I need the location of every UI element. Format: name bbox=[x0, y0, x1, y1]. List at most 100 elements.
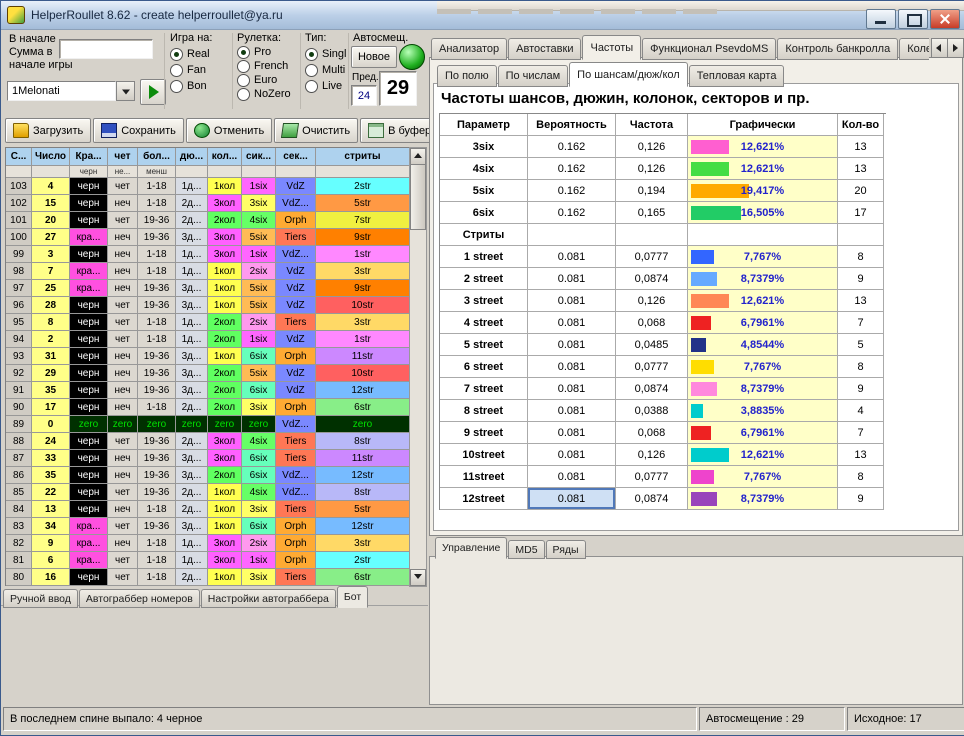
spin-cell[interactable]: 6six bbox=[242, 450, 276, 467]
spin-cell[interactable]: 1-18 bbox=[138, 331, 176, 348]
spin-cell[interactable]: черн bbox=[70, 212, 108, 229]
spin-row[interactable]: 10027кра...неч19-363д...3кол5sixTiers9st… bbox=[6, 229, 410, 246]
spin-cell[interactable]: черн bbox=[70, 382, 108, 399]
spin-cell[interactable]: 2кол bbox=[208, 399, 242, 416]
radio-Multi[interactable]: Multi bbox=[305, 62, 346, 78]
spin-cell[interactable]: zero bbox=[208, 416, 242, 433]
spin-cell[interactable]: 2six bbox=[242, 535, 276, 552]
spin-cell[interactable]: Tiers bbox=[276, 569, 316, 586]
spin-cell[interactable]: неч bbox=[108, 501, 138, 518]
spin-cell[interactable]: 1str bbox=[316, 331, 410, 348]
spin-cell[interactable]: черн bbox=[70, 195, 108, 212]
spin-cell[interactable]: 1кол bbox=[208, 518, 242, 535]
spin-cell[interactable]: Orph bbox=[276, 212, 316, 229]
tab-Контроль банкролла[interactable]: Контроль банкролла bbox=[777, 38, 898, 60]
spin-cell[interactable]: 11str bbox=[316, 348, 410, 365]
spin-cell[interactable]: 2 bbox=[32, 331, 70, 348]
spin-cell[interactable]: 19-36 bbox=[138, 229, 176, 246]
spin-cell[interactable]: 4six bbox=[242, 433, 276, 450]
freq-cell[interactable]: 8 street bbox=[440, 400, 528, 422]
spin-cell[interactable]: 35 bbox=[32, 382, 70, 399]
freq-cell[interactable]: 0.081 bbox=[528, 334, 616, 356]
spin-cell[interactable]: 6six bbox=[242, 382, 276, 399]
spin-cell[interactable]: Tiers bbox=[276, 229, 316, 246]
tab-Управление[interactable]: Управление bbox=[435, 537, 507, 559]
freq-cell[interactable]: 13 bbox=[838, 290, 884, 312]
radio-icon[interactable] bbox=[170, 48, 183, 61]
spin-cell[interactable]: 98 bbox=[6, 263, 32, 280]
spin-cell[interactable]: Orph bbox=[276, 518, 316, 535]
spin-row[interactable]: 8733черннеч19-363д...3кол6sixTiers11str bbox=[6, 450, 410, 467]
radio-Euro[interactable]: Euro bbox=[237, 73, 291, 87]
spin-cell[interactable]: Orph bbox=[276, 535, 316, 552]
tab-Анализатор[interactable]: Анализатор bbox=[431, 38, 507, 60]
spin-cell[interactable]: VdZ bbox=[276, 178, 316, 195]
spin-cell[interactable]: 1кол bbox=[208, 263, 242, 280]
spin-cell[interactable]: 35 bbox=[32, 467, 70, 484]
spin-cell[interactable]: 1д... bbox=[176, 246, 208, 263]
spin-cell[interactable]: zero bbox=[138, 416, 176, 433]
spin-cell[interactable]: 2кол bbox=[208, 382, 242, 399]
spins-scrollbar[interactable] bbox=[409, 147, 427, 587]
tab-Бот[interactable]: Бот bbox=[337, 586, 368, 608]
spin-cell[interactable]: 1д... bbox=[176, 178, 208, 195]
spin-cell[interactable]: 2д... bbox=[176, 195, 208, 212]
freq-cell[interactable]: 0.162 bbox=[528, 158, 616, 180]
tab-По числам[interactable]: По числам bbox=[498, 65, 569, 87]
spin-cell[interactable]: 3д... bbox=[176, 467, 208, 484]
spin-cell[interactable]: 4 bbox=[32, 178, 70, 195]
Загрузить-button[interactable]: Загрузить bbox=[5, 118, 91, 143]
spin-cell[interactable]: 2д... bbox=[176, 569, 208, 586]
spin-cell[interactable]: черн bbox=[70, 348, 108, 365]
spin-cell[interactable]: 9 bbox=[32, 535, 70, 552]
spin-cell[interactable]: 1кол bbox=[208, 297, 242, 314]
spin-row[interactable]: 8334кра...чет19-363д...1кол6sixOrph12str bbox=[6, 518, 410, 535]
freq-cell[interactable]: 11street bbox=[440, 466, 528, 488]
spin-cell[interactable]: 1six bbox=[242, 552, 276, 569]
spin-row[interactable]: 816кра...чет1-181д...3кол1sixOrph2str bbox=[6, 552, 410, 569]
spin-cell[interactable]: 5six bbox=[242, 229, 276, 246]
spin-cell[interactable]: 12str bbox=[316, 518, 410, 535]
spin-cell[interactable]: 31 bbox=[32, 348, 70, 365]
Отменить-button[interactable]: Отменить bbox=[186, 118, 272, 143]
freq-cell[interactable]: 0,0777 bbox=[616, 356, 688, 378]
spin-cell[interactable]: чет bbox=[108, 484, 138, 501]
spin-cell[interactable]: чет bbox=[108, 314, 138, 331]
freq-cell[interactable]: 0,126 bbox=[616, 136, 688, 158]
tab-Колесо[interactable]: Колесо bbox=[899, 38, 929, 60]
spin-cell[interactable]: 20 bbox=[32, 212, 70, 229]
freq-cell[interactable]: 0,0874 bbox=[616, 488, 688, 510]
spin-cell[interactable]: 101 bbox=[6, 212, 32, 229]
spin-cell[interactable]: неч bbox=[108, 348, 138, 365]
spin-cell[interactable]: 5str bbox=[316, 501, 410, 518]
spin-cell[interactable]: 1кол bbox=[208, 501, 242, 518]
spin-cell[interactable]: 6six bbox=[242, 348, 276, 365]
scroll-down-icon[interactable] bbox=[410, 569, 426, 586]
spin-cell[interactable]: VdZ... bbox=[276, 467, 316, 484]
spin-cell[interactable]: zero bbox=[70, 416, 108, 433]
spin-cell[interactable]: 1-18 bbox=[138, 535, 176, 552]
freq-cell[interactable]: 0.162 bbox=[528, 180, 616, 202]
freq-cell[interactable]: 8,7379% bbox=[688, 378, 838, 400]
tab-Автоставки[interactable]: Автоставки bbox=[508, 38, 581, 60]
freq-cell[interactable] bbox=[616, 224, 688, 246]
spin-cell[interactable]: 2кол bbox=[208, 331, 242, 348]
spin-cell[interactable]: 3д... bbox=[176, 229, 208, 246]
spin-row[interactable]: 829кра...неч1-181д...3кол2sixOrph3str bbox=[6, 535, 410, 552]
spin-cell[interactable]: неч bbox=[108, 229, 138, 246]
freq-cell[interactable]: 0.162 bbox=[528, 202, 616, 224]
tab-Функционал PsevdoMS[interactable]: Функционал PsevdoMS bbox=[642, 38, 776, 60]
spin-cell[interactable]: 19-36 bbox=[138, 450, 176, 467]
spin-cell[interactable]: неч bbox=[108, 399, 138, 416]
freq-cell[interactable]: 7,767% bbox=[688, 466, 838, 488]
spin-cell[interactable]: 1кол bbox=[208, 280, 242, 297]
radio-icon[interactable] bbox=[305, 48, 318, 61]
spin-cell[interactable]: 82 bbox=[6, 535, 32, 552]
freq-cell[interactable]: 8 bbox=[838, 356, 884, 378]
freq-cell[interactable]: 0,0485 bbox=[616, 334, 688, 356]
radio-Fan[interactable]: Fan bbox=[170, 62, 210, 78]
spin-cell[interactable]: 1-18 bbox=[138, 263, 176, 280]
spin-row[interactable]: 8824чернчет19-362д...3кол4sixTiers8str bbox=[6, 433, 410, 450]
spin-cell[interactable]: 1д... bbox=[176, 535, 208, 552]
spin-cell[interactable]: чет bbox=[108, 518, 138, 535]
